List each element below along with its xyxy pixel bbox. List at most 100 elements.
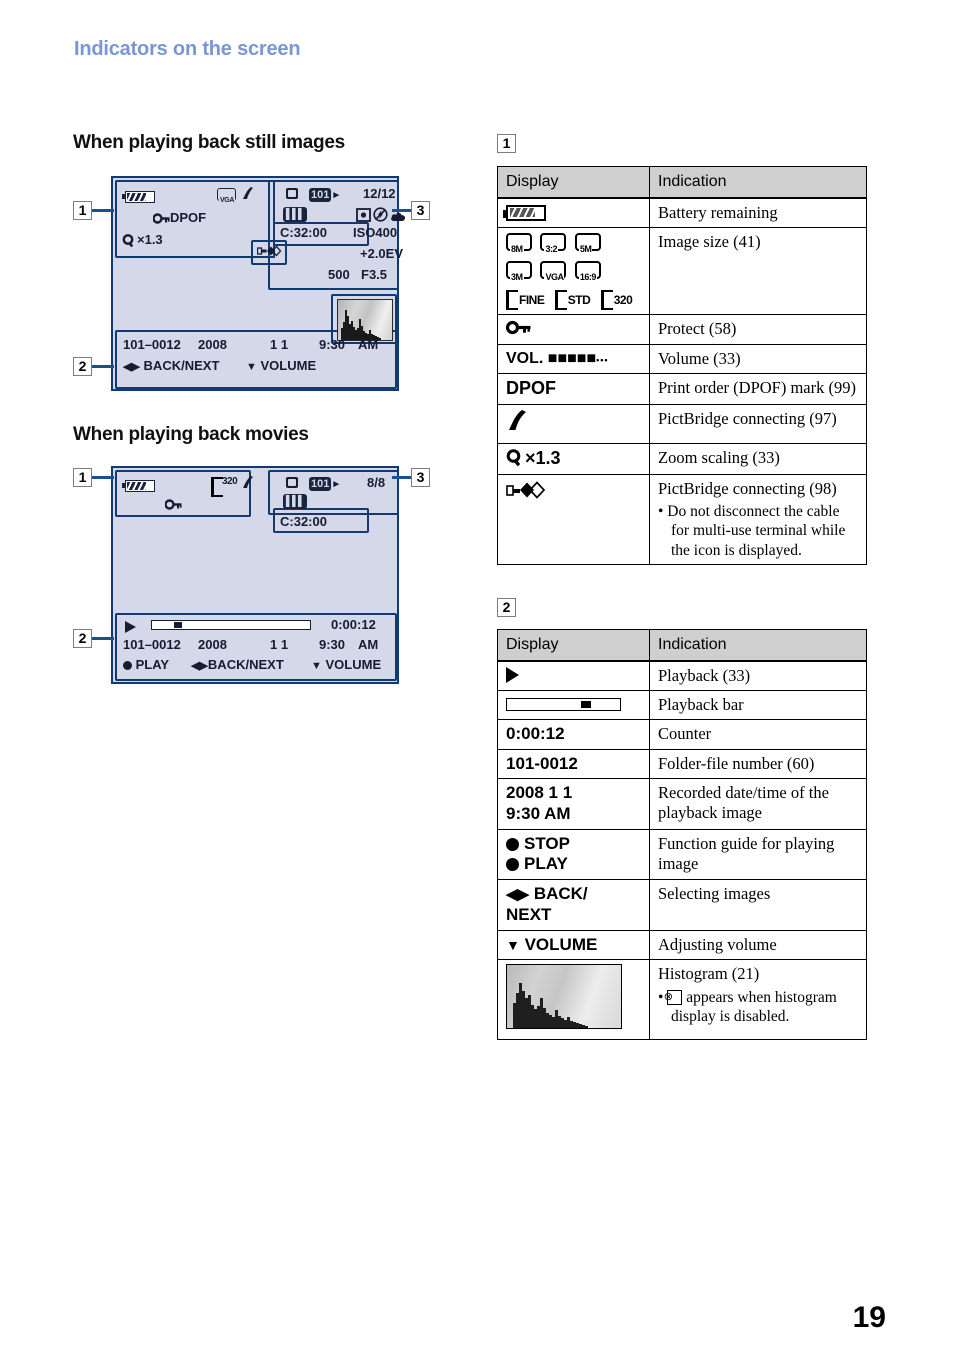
guide-back-next: ◀▶BACK/NEXT xyxy=(191,657,284,672)
histogram-thumbnail xyxy=(337,299,393,341)
volume-bars-icon: ■■■■■••• xyxy=(547,350,609,368)
table-row: 0:00:12 Counter xyxy=(497,718,867,750)
image-size-vga-icon: VGA xyxy=(540,261,567,283)
indication-cell: PictBridge connecting (98) • Do not disc… xyxy=(649,473,867,566)
display-cell xyxy=(497,689,650,720)
table-row: Histogram (21) • ⊗ appears when histogra… xyxy=(497,959,867,1040)
usb-connect-icon xyxy=(506,480,546,499)
movie-size-320-icon: 320 xyxy=(211,475,243,498)
media-icon xyxy=(285,187,299,203)
cfile-code: C:32:00 xyxy=(280,514,327,529)
image-size-8m-icon: 8M xyxy=(506,233,532,255)
movie-size-label: 320 xyxy=(222,476,238,488)
guide-volume-label: VOLUME xyxy=(325,657,382,672)
record-year: 2008 xyxy=(198,637,227,652)
record-year: 2008 xyxy=(198,337,227,352)
page-number: 19 xyxy=(852,1301,886,1334)
indication-cell: Recorded date/time of the playback image xyxy=(649,778,867,830)
protect-key-icon xyxy=(505,320,531,334)
guide-back-next: ◀▶ BACK/NEXT xyxy=(123,358,220,373)
mode-icon: ▌▌▌ xyxy=(283,206,307,223)
column-header-display: Display xyxy=(497,165,650,199)
table-row: ◀▶ BACK/ NEXT Selecting images xyxy=(497,879,867,931)
movie-quality-fine-icon: FINE xyxy=(506,289,545,310)
folder-number: 101 xyxy=(309,187,332,202)
playback-bar-thumb[interactable] xyxy=(174,622,182,628)
table-row: 2008 1 1 9:30 AM Recorded date/time of t… xyxy=(497,778,867,830)
heading-still-images: When playing back still images xyxy=(73,132,345,153)
callout-3-movie: 3 xyxy=(411,468,430,487)
note-text: appears when histogram display is disabl… xyxy=(671,988,837,1026)
zoom-value: ×1.3 xyxy=(525,447,561,468)
pictbridge-icon xyxy=(241,475,256,493)
display-cell: 8M 3:2 5M 3M VGA 16:9 FINE STD 320 xyxy=(497,226,650,315)
protect-key-icon xyxy=(164,496,182,511)
down-arrow-icon: ▼ xyxy=(506,936,520,953)
flash-off-icon xyxy=(373,206,388,222)
zoom-scaling-indicator: ×1.3 xyxy=(122,232,163,248)
display-cell: ◀▶ BACK/ NEXT xyxy=(497,879,650,931)
callout-2-movie-line xyxy=(92,637,114,640)
table-row: Playback bar xyxy=(497,689,867,720)
folder-file-number: 101–0012 xyxy=(123,337,181,352)
folder-file-number: 101–0012 xyxy=(123,637,181,652)
lcd-screen-movie-playback: 320 101 ► 8/8 ▌▌▌ C:32:00 0:00:12 101–00… xyxy=(111,466,399,684)
display-cell: 101-0012 xyxy=(497,748,650,780)
indication-cell: Adjusting volume xyxy=(649,929,867,961)
display-cell: 0:00:12 xyxy=(497,718,650,750)
iso-value: ISO400 xyxy=(353,225,398,240)
zoom-value: ×1.3 xyxy=(137,232,163,247)
image-size-5m-icon: 5M xyxy=(574,233,601,255)
playback-bar[interactable] xyxy=(151,620,311,630)
table-row: STOP PLAY Function guide for playing ima… xyxy=(497,828,867,881)
table-row: ×1.3 Zoom scaling (33) xyxy=(497,442,867,475)
volume-label: VOL. xyxy=(506,350,544,368)
table-header-row: Display Indication xyxy=(497,165,867,199)
folder-number-indicator: 101 ► xyxy=(309,187,342,202)
record-time: 9:30 xyxy=(319,637,346,652)
guide-play: PLAY xyxy=(123,657,169,672)
indication-text: Histogram (21) xyxy=(658,964,760,984)
battery-icon xyxy=(122,188,155,203)
record-date: 1 1 xyxy=(270,637,289,652)
record-date-line: 2008 1 1 xyxy=(506,783,573,803)
aperture-value: F3.5 xyxy=(361,267,388,282)
image-size-vga-icon: VGA xyxy=(217,186,236,205)
table-row: Battery remaining xyxy=(497,197,867,228)
callout-1-movie: 1 xyxy=(73,468,92,487)
movie-quality-std-icon: STD xyxy=(554,289,591,310)
indication-note: • ⊗ appears when histogram display is di… xyxy=(658,988,858,1027)
pictbridge-icon xyxy=(241,186,256,204)
table-indicators-group-2: Display Indication Playback (33) Playbac… xyxy=(497,628,867,1040)
guide-volume-label: VOLUME xyxy=(260,358,317,373)
indication-cell: Battery remaining xyxy=(649,197,867,228)
indication-cell: Playback bar xyxy=(649,689,867,720)
indication-cell: Image size (41) xyxy=(649,226,867,315)
pictbridge-icon xyxy=(509,410,526,431)
table-indicators-group-1: Display Indication Battery remaining 8M … xyxy=(497,165,867,566)
indication-cell: Folder-file number (60) xyxy=(649,748,867,780)
column-header-indication: Indication xyxy=(649,628,867,662)
indication-cell: Playback (33) xyxy=(649,660,867,691)
table-row: Playback (33) xyxy=(497,660,867,691)
record-date: 1 1 xyxy=(270,337,289,352)
table-row: VOL. ■■■■■••• Volume (33) xyxy=(497,344,867,375)
indication-cell: Selecting images xyxy=(649,879,867,931)
table-row: PictBridge connecting (98) • Do not disc… xyxy=(497,473,867,566)
column-header-display: Display xyxy=(497,628,650,662)
image-size-3m-icon: 3M xyxy=(506,261,532,283)
next-label: NEXT xyxy=(506,904,552,924)
display-cell xyxy=(497,313,650,346)
histogram-thumbnail-icon xyxy=(506,964,622,1030)
volume-label: VOLUME xyxy=(524,934,598,954)
indication-cell: Volume (33) xyxy=(649,344,867,375)
table-row: DPOF Print order (DPOF) mark (99) xyxy=(497,373,867,406)
histogram-disabled-icon: ⊗ xyxy=(664,990,683,1006)
indication-cell: Counter xyxy=(649,718,867,750)
left-right-arrows-icon: ◀▶ xyxy=(506,886,530,904)
indication-cell: Histogram (21) • ⊗ appears when histogra… xyxy=(649,959,867,1040)
image-size-label: VGA xyxy=(219,197,235,205)
indication-cell: Function guide for playing image xyxy=(649,828,867,881)
table-2-label: 2 xyxy=(497,598,516,617)
callout-1-movie-line xyxy=(92,476,114,479)
